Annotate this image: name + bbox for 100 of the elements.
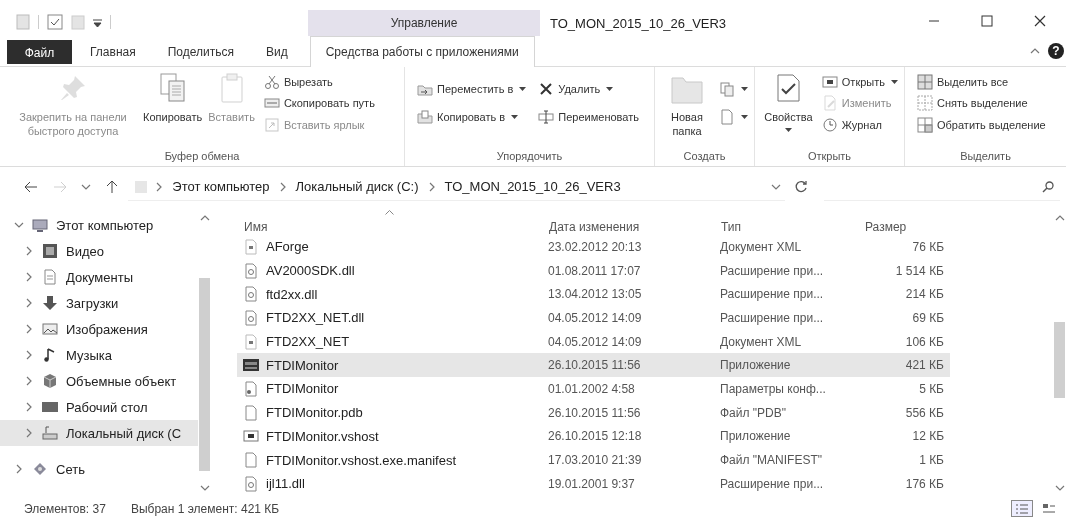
breadcrumb[interactable]: Этот компьютер	[170, 179, 272, 194]
details-view-button[interactable]	[1011, 500, 1033, 517]
modified-date: 04.05.2012 14:09	[547, 310, 643, 325]
tree-item[interactable]: Сеть	[0, 456, 198, 482]
ribbon-button[interactable]: Открыть	[819, 71, 900, 92]
checked-page-icon[interactable]	[47, 14, 63, 30]
window-title: TO_MON_2015_10_26_VER3	[549, 14, 728, 33]
document-icon	[42, 269, 58, 285]
file-name: AForge	[266, 239, 309, 255]
ribbon-tab[interactable]: Файл	[7, 40, 72, 64]
chevron-down-icon[interactable]	[14, 220, 24, 230]
ribbon-button[interactable]: Новая папка	[661, 70, 713, 140]
file-row[interactable]: FTDIMonitor.pdb 26.10.2015 11:56 Файл "PDB" 556 КБ	[237, 400, 950, 425]
scroll-up-icon[interactable]	[199, 213, 210, 223]
ribbon-button[interactable]: Переименовать	[536, 107, 641, 128]
file-row[interactable]: AV2000SDK.dll 01.08.2011 17:07 Расширение при... 1 514 КБ	[237, 258, 950, 283]
ribbon-button[interactable]: Вырезать	[261, 71, 377, 92]
ribbon-button[interactable]: Скопировать путь	[261, 93, 377, 113]
file-type: Файл "PDB"	[719, 405, 788, 420]
chevron-right-icon[interactable]	[24, 272, 34, 282]
tree-item[interactable]: Изображения	[0, 316, 198, 342]
file-type: Приложение	[719, 429, 792, 444]
chevron-right-icon[interactable]	[24, 376, 34, 386]
file-type: Расширение при...	[719, 287, 825, 302]
file-row[interactable]: FTD2XX_NET.dll 04.05.2012 14:09 Расширение при... 69 КБ	[237, 306, 950, 330]
chevron-right-icon[interactable]	[14, 464, 24, 474]
scroll-up-icon[interactable]	[1054, 213, 1065, 223]
ribbon-button[interactable]: Копировать	[140, 70, 206, 126]
blank-page-icon	[243, 404, 259, 421]
up-arrow-icon	[105, 180, 118, 194]
column-header[interactable]: Тип	[714, 209, 852, 235]
file-type: Расширение при...	[719, 310, 825, 325]
ribbon-tab[interactable]: Главная	[74, 36, 152, 66]
modified-date: 26.10.2015 11:56	[547, 358, 642, 373]
file-name: FTDIMonitor	[266, 381, 339, 397]
modified-date: 26.10.2015 11:56	[547, 405, 642, 420]
collapse-ribbon-icon[interactable]	[1030, 46, 1040, 56]
file-row[interactable]: FTDIMonitor.vshost 26.10.2015 12:18 Приложение 12 КБ	[237, 424, 950, 449]
help-button[interactable]: ?	[1048, 43, 1064, 59]
scrollbar-thumb[interactable]	[1054, 322, 1065, 398]
file-size: 556 КБ	[904, 405, 945, 420]
chevron-right-icon[interactable]	[24, 402, 34, 412]
drive-icon	[42, 425, 58, 441]
file-row[interactable]: AForge 23.02.2012 20:13 Документ XML 76 КБ	[237, 235, 950, 259]
file-row[interactable]: FTD2XX_NET 04.05.2012 14:09 Документ XML 106 КБ	[237, 329, 950, 354]
file-row[interactable]: FTDIMonitor.vshost.exe.manifest 17.03.2010 21:39 Файл "MANIFEST" 1 КБ	[237, 448, 950, 472]
tree-item[interactable]: Локальный диск (C	[0, 420, 198, 446]
chevron-right-icon[interactable]	[24, 324, 34, 334]
tree-item[interactable]: Музыка	[0, 342, 198, 368]
chevron-right-icon[interactable]	[24, 246, 34, 256]
group-label: Выделить	[959, 149, 1012, 164]
close-icon	[1033, 15, 1046, 27]
caret-icon[interactable]	[93, 17, 102, 27]
column-header[interactable]: Размер	[852, 209, 950, 235]
file-name: FTDIMonitor.vshost	[266, 428, 379, 444]
file-size: 106 КБ	[904, 334, 945, 349]
tree-item[interactable]: Этот компьютер	[0, 212, 198, 238]
sort-caret-icon	[385, 210, 394, 215]
ribbon-button[interactable]: Свойства	[761, 70, 816, 134]
ribbon-button[interactable]: Копировать в	[415, 107, 529, 128]
search-icon	[1041, 180, 1054, 193]
ribbon-tab[interactable]: Средства работы с приложениями	[309, 36, 535, 67]
column-header[interactable]: Имя	[237, 209, 542, 235]
file-type: Расширение при...	[719, 263, 825, 278]
ribbon-button[interactable]: Журнал	[819, 114, 900, 135]
tree-item[interactable]: Загрузки	[0, 290, 198, 316]
breadcrumb[interactable]: Локальный диск (C:)	[293, 179, 421, 194]
blank-page-icon	[243, 452, 259, 469]
ribbon-button[interactable]: Обратить выделение	[915, 114, 1048, 135]
context-tab-header: Управление	[308, 10, 540, 36]
tree-item[interactable]: Рабочий стол	[0, 394, 198, 420]
ribbon-button[interactable]: Переместить в	[415, 78, 529, 99]
file-row[interactable]: ftd2xx.dll 13.04.2012 13:05 Расширение при... 214 КБ	[237, 282, 950, 307]
file-row[interactable]: FTDIMonitor 01.01.2002 4:58 Параметры конф... 5 КБ	[237, 377, 950, 401]
file-row[interactable]: FTDIMonitor 26.10.2015 11:56 Приложение 421 КБ	[237, 353, 950, 378]
ribbon-tab[interactable]: Вид	[249, 36, 304, 66]
chevron-right-icon[interactable]	[24, 428, 34, 438]
scroll-down-icon[interactable]	[199, 483, 210, 493]
maximize-icon	[980, 15, 993, 27]
tree-item[interactable]: Документы	[0, 264, 198, 290]
breadcrumb[interactable]: TO_MON_2015_10_26_VER3	[442, 179, 623, 194]
ribbon-button[interactable]: Удалить	[536, 78, 641, 99]
ribbon-tab[interactable]: Поделиться	[151, 36, 250, 66]
scroll-down-icon[interactable]	[1054, 483, 1065, 493]
film-icon	[42, 243, 58, 259]
item-count: Элементов: 37	[24, 501, 106, 516]
ribbon-button[interactable]: Выделить все	[915, 71, 1048, 92]
modified-date: 13.04.2012 13:05	[547, 287, 643, 302]
chevron-right-icon[interactable]	[24, 350, 34, 360]
file-row[interactable]: ijl11.dll 19.01.2001 9:37 Расширение при... 176 КБ	[237, 471, 950, 496]
file-size: 76 КБ	[911, 239, 945, 254]
chevron-right-icon[interactable]	[24, 298, 34, 308]
address-bar[interactable]: Этот компьютер Локальный диск (C:) TO_MON_2015_10_26_VER3	[128, 173, 785, 201]
column-header[interactable]: Дата изменения	[542, 209, 714, 235]
ribbon-button[interactable]: Снять выделение	[915, 93, 1048, 113]
scrollbar-thumb[interactable]	[199, 278, 210, 471]
tree-item[interactable]: Видео	[0, 238, 198, 264]
document-icon	[243, 333, 259, 350]
tree-item[interactable]: Объемные объект	[0, 368, 198, 394]
desktop-icon	[42, 399, 58, 415]
